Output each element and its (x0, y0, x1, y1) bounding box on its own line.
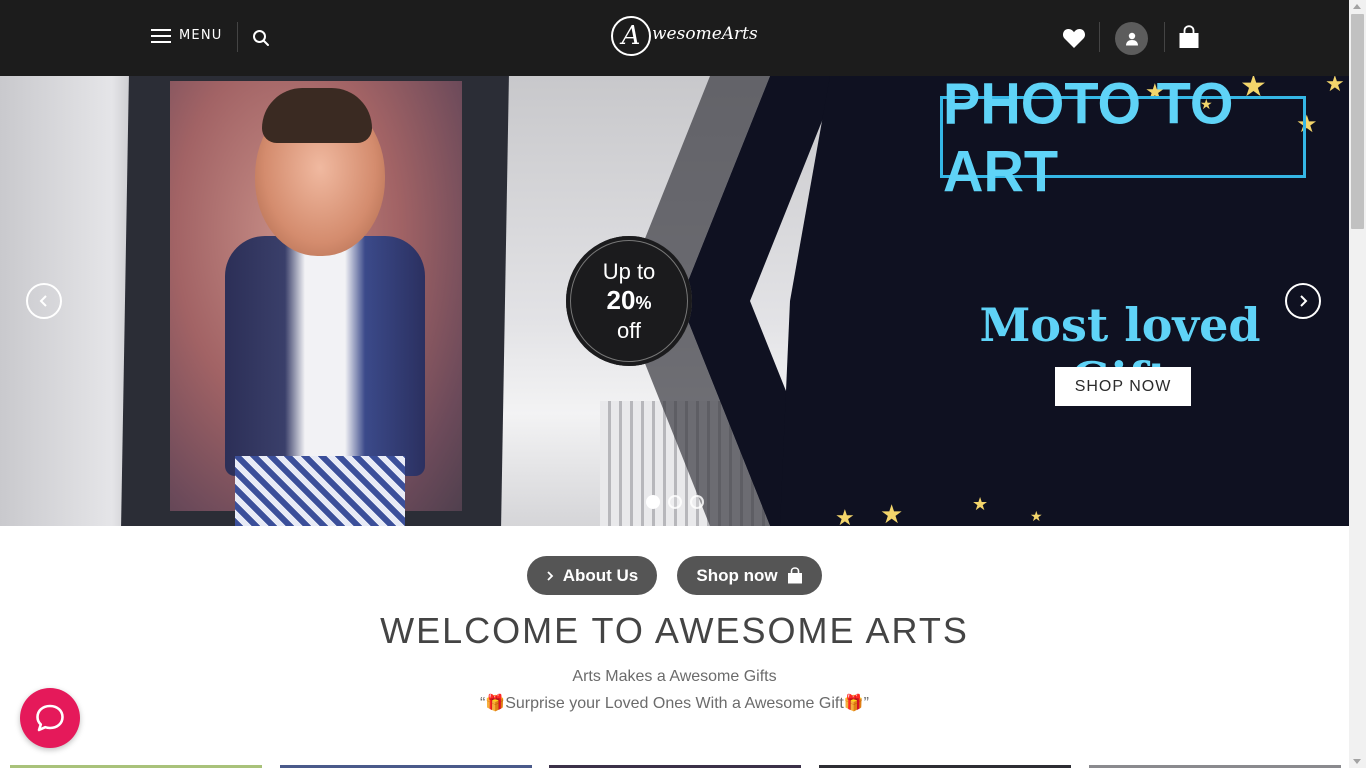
slider-prev-button[interactable] (26, 283, 62, 319)
menu-label: MENU (179, 28, 223, 43)
page-scrollbar[interactable] (1349, 0, 1366, 768)
slider-dot[interactable] (646, 495, 660, 509)
star-icon: ★ (1325, 76, 1345, 97)
slider-dots (646, 495, 704, 509)
slider-next-button[interactable] (1285, 283, 1321, 319)
badge-line: Up to (602, 258, 656, 284)
logo-text: wesomeArts (652, 24, 758, 44)
badge-percent: 20% (606, 284, 652, 315)
chevron-right-icon (1300, 295, 1308, 307)
chat-bubble-icon (36, 704, 64, 732)
welcome-quote: “🎁Surprise your Loved Ones With a Awesom… (479, 695, 870, 712)
chevron-right-icon (547, 570, 553, 581)
promo-title-box: PHOTO TO ART (940, 76, 1306, 204)
site-header: MENU A wesomeArts (0, 0, 1349, 76)
user-icon (1125, 32, 1138, 45)
star-icon: ★ (880, 500, 904, 526)
chevron-left-icon (39, 295, 47, 307)
scroll-up-icon[interactable] (1353, 4, 1361, 9)
welcome-heading: WELCOME TO AWESOME ARTS (380, 610, 969, 651)
scroll-down-icon[interactable] (1353, 759, 1361, 764)
star-icon: ★ (972, 494, 989, 515)
star-icon: ★ (1030, 509, 1043, 525)
discount-badge: Up to 20% off (566, 236, 692, 366)
welcome-tagline: Arts Makes a Awesome Gifts (572, 668, 777, 685)
account-button[interactable] (1115, 22, 1148, 55)
slider-dot[interactable] (690, 495, 704, 509)
child-shorts (235, 456, 405, 526)
star-icon: ★ (835, 506, 855, 527)
search-icon[interactable] (252, 29, 270, 47)
scroll-thumb[interactable] (1351, 14, 1364, 229)
badge-line: off (616, 317, 642, 343)
hero-shop-now-button[interactable]: SHOP NOW (1055, 367, 1191, 406)
child-hair (262, 88, 372, 143)
divider (1164, 22, 1165, 52)
divider (237, 22, 238, 52)
hero-slider: ★ ★ ★ ★ ★ ★ ★ ★ ★ ★ Up to 20% off PHOTO … (0, 76, 1349, 526)
heart-icon[interactable] (1062, 27, 1086, 49)
about-us-label: About Us (562, 565, 639, 585)
shop-now-label: Shop now (696, 565, 778, 585)
slider-dot[interactable] (668, 495, 682, 509)
hamburger-icon (151, 28, 171, 43)
chat-button[interactable] (20, 688, 80, 748)
site-logo[interactable]: A wesomeArts (611, 16, 758, 56)
menu-button[interactable]: MENU (151, 28, 222, 43)
child-figure (225, 236, 425, 476)
promo-title: PHOTO TO ART (943, 76, 1234, 205)
logo-mark: A (611, 16, 651, 56)
divider (1099, 22, 1100, 52)
shopping-bag-icon[interactable] (1178, 25, 1200, 49)
shop-now-button[interactable]: Shop now (677, 556, 822, 595)
shopping-bag-icon (787, 567, 802, 584)
about-us-button[interactable]: About Us (527, 556, 657, 595)
